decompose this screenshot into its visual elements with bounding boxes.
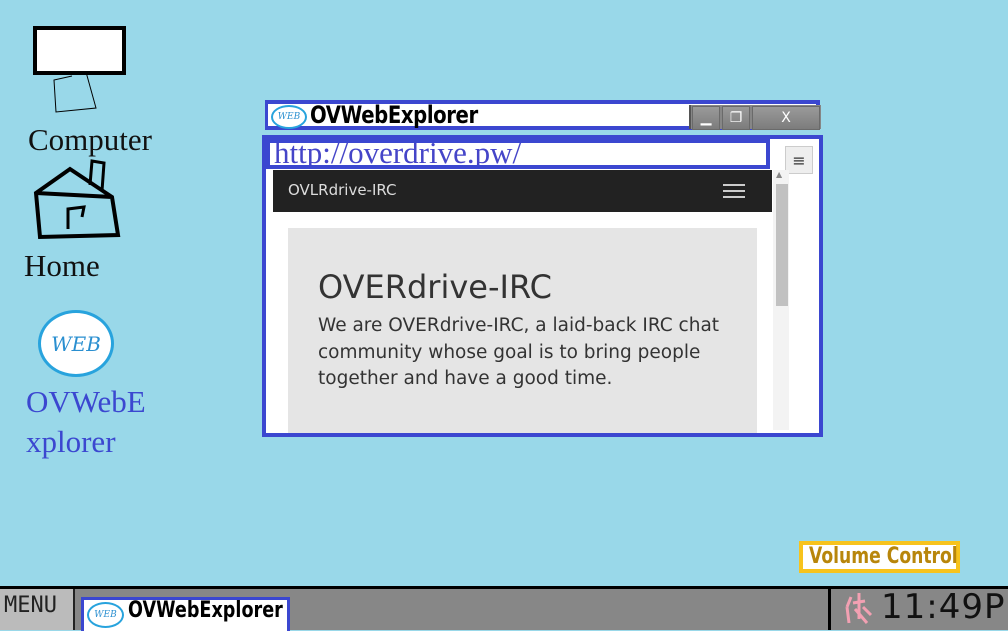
hero-text: We are OVERdrive-IRC, a laid-back IRC ch… — [318, 315, 720, 389]
volume-icon[interactable] — [837, 589, 877, 629]
site-brand[interactable]: OVLRdrive-IRC — [288, 181, 397, 199]
window-controls: ▁ ❐ X — [689, 105, 821, 130]
taskbar: MENU WEB OVWebExplorer 11:49PM — [0, 586, 1008, 631]
desktop-label-computer: Computer — [28, 122, 152, 157]
desktop-icon-ovwebexplorer[interactable]: WEB — [38, 310, 114, 377]
window-body: http://overdrive.pw/ ≡ OVLRdrive-IRC ▲ O… — [262, 135, 823, 437]
desktop-label-ovwebexplorer: OVWebE xplorer — [26, 382, 146, 462]
desktop-label-line1: OVWebE — [26, 384, 146, 419]
address-url[interactable]: http://overdrive.pw/ — [274, 143, 521, 165]
site-navbar: OVLRdrive-IRC — [273, 170, 772, 212]
computer-icon — [33, 26, 126, 113]
hero-heading: OVERdrive-IRC — [318, 268, 552, 306]
web-logo-icon: WEB — [51, 331, 101, 356]
web-logo-icon: WEB — [271, 105, 307, 129]
taskbar-logo-text: WEB — [94, 610, 117, 620]
scrollbar-thumb[interactable] — [776, 184, 788, 306]
web-logo-icon: WEB — [87, 602, 124, 628]
browser-menu-button[interactable]: ≡ — [785, 146, 813, 174]
desktop-icon-computer[interactable] — [32, 24, 132, 119]
desktop-label-line2: xplorer — [26, 424, 116, 459]
close-button[interactable]: X — [752, 106, 820, 130]
address-bar[interactable]: http://overdrive.pw/ — [266, 139, 770, 169]
hamburger-icon[interactable] — [723, 184, 745, 202]
window-title: OVWebExplorer — [310, 101, 478, 129]
window-titlebar[interactable]: WEB OVWebExplorer ▁ ❐ X — [265, 100, 821, 130]
window-logo-text: WEB — [277, 112, 301, 122]
house-icon — [33, 159, 121, 240]
maximize-button[interactable]: ❐ — [722, 106, 750, 130]
desktop-label-home: Home — [24, 248, 100, 283]
hero-panel: OVERdrive-IRC We are OVERdrive-IRC, a la… — [288, 228, 757, 433]
start-menu-button[interactable]: MENU — [0, 589, 75, 630]
scroll-up-arrow-icon[interactable]: ▲ — [776, 170, 782, 179]
volume-control-text: Volume Control — [809, 544, 958, 569]
volume-control-label[interactable]: Volume Control — [799, 541, 960, 573]
taskbar-item-ovwebexplorer[interactable]: WEB OVWebExplorer — [81, 597, 290, 631]
scrollbar[interactable]: ▲ — [773, 170, 789, 430]
clock[interactable]: 11:49PM — [881, 587, 1008, 627]
minimize-button[interactable]: ▁ — [692, 106, 720, 130]
desktop-icon-home[interactable] — [30, 155, 125, 245]
taskbar-item-title: OVWebExplorer — [128, 598, 283, 623]
system-tray: 11:49PM — [828, 587, 1008, 630]
